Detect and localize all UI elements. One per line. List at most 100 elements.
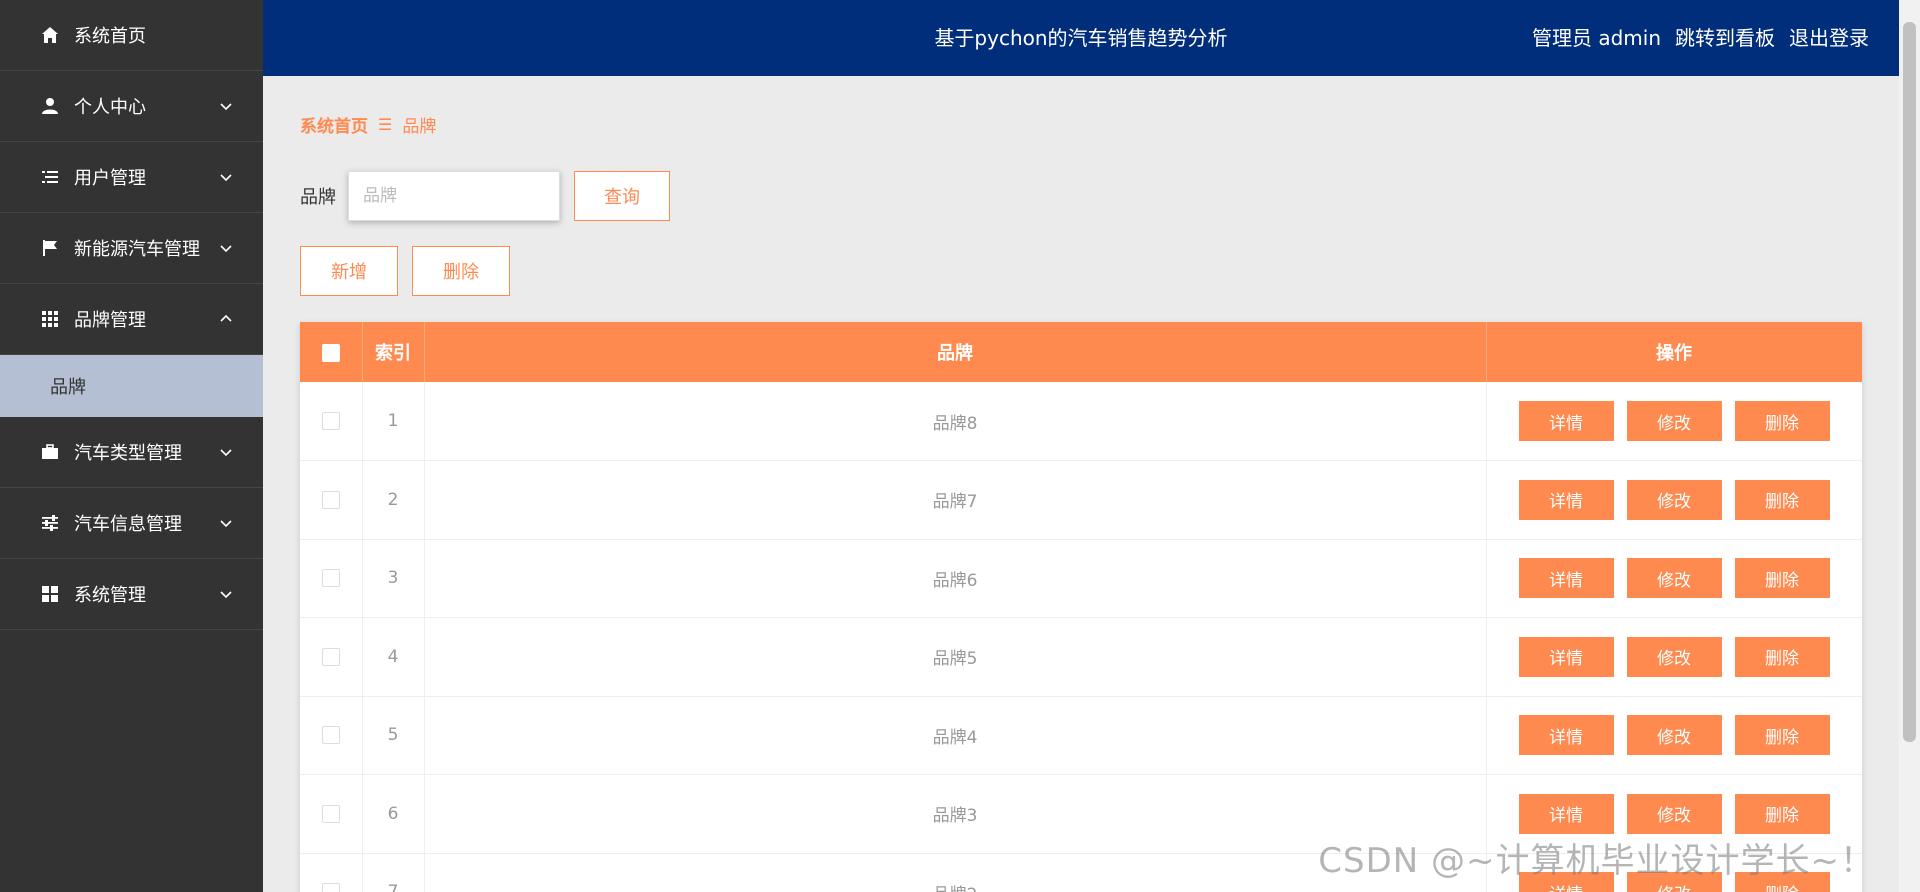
detail-button[interactable]: 详情 — [1518, 793, 1614, 834]
chevron-down-icon — [220, 591, 232, 599]
row-checkbox[interactable] — [321, 490, 340, 509]
row-select-cell — [300, 460, 363, 540]
add-button[interactable]: 新增 — [300, 246, 398, 296]
row-brand: 品牌5 — [424, 617, 1487, 697]
row-index: 6 — [362, 774, 425, 854]
table-row: 4 品牌5 详情 修改 删除 — [300, 617, 1862, 697]
dashboard-icon — [40, 584, 60, 604]
row-index: 2 — [362, 460, 425, 540]
scrollbar-thumb[interactable] — [1903, 22, 1916, 742]
briefcase-icon — [40, 442, 60, 462]
detail-button[interactable]: 详情 — [1518, 558, 1614, 599]
sidebar: 系统首页 个人中心 用户管理 新能源汽车管理 品牌管理 品牌 汽车类型管理 汽车… — [0, 0, 263, 892]
list-icon — [40, 167, 60, 187]
row-index: 7 — [362, 853, 425, 892]
sidebar-item-label: 品牌管理 — [74, 310, 146, 331]
sidebar-item-car-info[interactable]: 汽车信息管理 — [0, 488, 263, 559]
row-select-cell — [300, 539, 363, 618]
flag-icon — [40, 238, 60, 258]
edit-button[interactable]: 修改 — [1626, 558, 1722, 599]
delete-button[interactable]: 删除 — [1734, 793, 1830, 834]
delete-button[interactable]: 删除 — [1734, 401, 1830, 441]
sidebar-item-brand-management[interactable]: 品牌管理 — [0, 284, 263, 355]
admin-label: 管理员 admin — [1531, 26, 1661, 50]
table-row: 1 品牌8 详情 修改 删除 — [300, 382, 1862, 461]
row-index: 3 — [362, 539, 425, 618]
breadcrumb-separator-icon: ☰ — [378, 115, 393, 134]
row-checkbox[interactable] — [321, 883, 340, 892]
delete-button[interactable]: 删除 — [1734, 636, 1830, 677]
row-select-cell — [300, 853, 363, 892]
select-all-cell — [300, 322, 363, 382]
row-ops: 详情修改删除 — [1486, 617, 1862, 697]
chevron-up-icon — [220, 314, 232, 322]
action-row: 新增 删除 — [300, 246, 510, 296]
sidebar-item-users[interactable]: 用户管理 — [0, 142, 263, 213]
user-icon — [40, 96, 60, 116]
sidebar-item-home[interactable]: 系统首页 — [0, 0, 263, 71]
delete-button[interactable]: 删除 — [1734, 479, 1830, 520]
edit-button[interactable]: 修改 — [1626, 715, 1722, 756]
sidebar-item-label: 个人中心 — [74, 97, 146, 118]
delete-button[interactable]: 删除 — [1734, 558, 1830, 599]
sidebar-item-personal[interactable]: 个人中心 — [0, 71, 263, 142]
brand-search-input[interactable] — [348, 171, 560, 221]
query-button[interactable]: 查询 — [574, 171, 670, 221]
table-header-row: 索引 品牌 操作 — [300, 322, 1862, 382]
search-row: 品牌 查询 — [300, 171, 670, 221]
chevron-down-icon — [220, 245, 232, 253]
detail-button[interactable]: 详情 — [1518, 401, 1614, 441]
edit-button[interactable]: 修改 — [1626, 636, 1722, 677]
sidebar-item-car-type[interactable]: 汽车类型管理 — [0, 417, 263, 488]
delete-button[interactable]: 删除 — [1734, 715, 1830, 756]
sliders-icon — [40, 513, 60, 533]
row-ops: 详情修改删除 — [1486, 539, 1862, 618]
sidebar-item-label: 汽车类型管理 — [74, 443, 182, 464]
row-select-cell — [300, 617, 363, 697]
row-brand: 品牌4 — [424, 696, 1487, 775]
detail-button[interactable]: 详情 — [1518, 636, 1614, 677]
logout-link[interactable]: 退出登录 — [1789, 0, 1869, 76]
dashboard-link[interactable]: 跳转到看板 — [1675, 0, 1775, 76]
grid-icon — [40, 309, 60, 329]
row-select-cell — [300, 382, 363, 461]
edit-button[interactable]: 修改 — [1626, 401, 1722, 441]
sidebar-item-label: 汽车信息管理 — [74, 514, 182, 535]
row-checkbox[interactable] — [321, 804, 340, 823]
detail-button[interactable]: 详情 — [1518, 715, 1614, 756]
row-checkbox[interactable] — [321, 569, 340, 588]
select-all-checkbox[interactable] — [321, 343, 340, 362]
row-brand: 品牌8 — [424, 382, 1487, 461]
sidebar-item-ev[interactable]: 新能源汽车管理 — [0, 213, 263, 284]
sidebar-subitem-brand[interactable]: 品牌 — [0, 355, 263, 417]
chevron-down-icon — [220, 174, 232, 182]
detail-button[interactable]: 详情 — [1518, 479, 1614, 520]
column-header-ops: 操作 — [1486, 322, 1862, 382]
breadcrumb-home[interactable]: 系统首页 — [300, 112, 368, 137]
batch-delete-button[interactable]: 删除 — [412, 246, 510, 296]
chevron-down-icon — [220, 103, 232, 111]
edit-button[interactable]: 修改 — [1626, 793, 1722, 834]
table-row: 3 品牌6 详情 修改 删除 — [300, 539, 1862, 618]
row-checkbox[interactable] — [321, 412, 340, 430]
home-icon — [40, 25, 60, 45]
column-header-brand: 品牌 — [424, 322, 1487, 382]
row-index: 4 — [362, 617, 425, 697]
column-header-index: 索引 — [362, 322, 425, 382]
row-select-cell — [300, 696, 363, 775]
sidebar-item-label: 用户管理 — [74, 168, 146, 189]
edit-button[interactable]: 修改 — [1626, 479, 1722, 520]
row-checkbox[interactable] — [321, 726, 340, 745]
row-select-cell — [300, 774, 363, 854]
row-ops: 详情修改删除 — [1486, 460, 1862, 540]
row-checkbox[interactable] — [321, 647, 340, 666]
sidebar-subitem-label: 品牌 — [50, 377, 86, 398]
brand-table: 索引 品牌 操作 1 品牌8 详情 修改 删除 2 品牌7 详情 修改 删除 3 品牌6 详情 修改 删除 4… — [300, 322, 1862, 892]
table-row: 2 品牌7 详情 修改 删除 — [300, 460, 1862, 540]
chevron-down-icon — [220, 449, 232, 457]
sidebar-item-system[interactable]: 系统管理 — [0, 559, 263, 630]
row-index: 5 — [362, 696, 425, 775]
sidebar-item-label: 系统管理 — [74, 585, 146, 606]
row-brand: 品牌6 — [424, 539, 1487, 618]
header-right: 管理员 admin 跳转到看板 退出登录 — [1532, 0, 1869, 76]
